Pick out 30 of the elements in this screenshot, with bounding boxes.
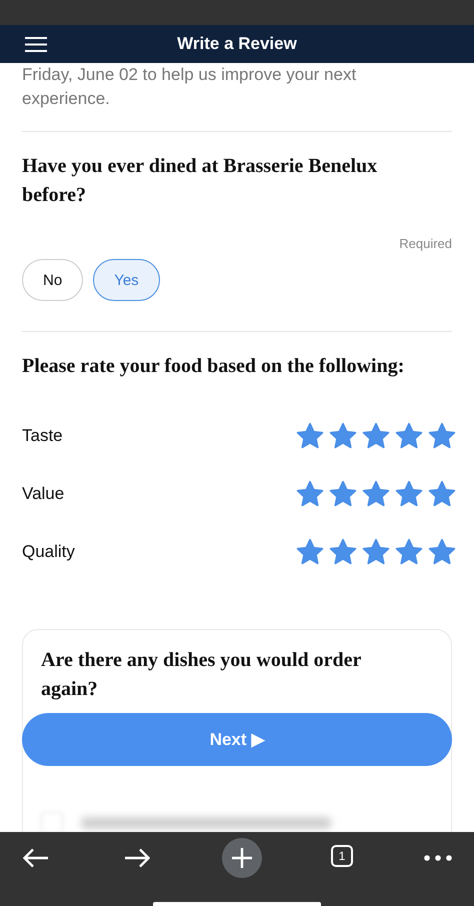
question-title: Have you ever dined at Brasserie Benelux before? xyxy=(22,154,378,208)
star-icon[interactable] xyxy=(395,422,423,450)
menu-icon[interactable] xyxy=(25,37,47,52)
star-icon[interactable] xyxy=(395,480,423,508)
star-icon[interactable] xyxy=(362,480,390,508)
new-tab-button[interactable] xyxy=(222,838,262,878)
plus-icon xyxy=(232,848,252,868)
star-icon[interactable] xyxy=(428,422,456,450)
star-icon[interactable] xyxy=(296,538,324,566)
star-icon[interactable] xyxy=(362,538,390,566)
rating-label: Quality xyxy=(22,542,75,562)
answer-option[interactable]: No xyxy=(22,259,84,301)
star-icon[interactable] xyxy=(296,422,324,450)
rating-label: Value xyxy=(22,484,64,504)
answer-option[interactable]: Yes xyxy=(93,259,160,301)
star-icon[interactable] xyxy=(428,480,456,508)
question-title: Are there any dishes you would order again? xyxy=(41,648,362,702)
star-icon[interactable] xyxy=(329,538,357,566)
rating-label: Taste xyxy=(22,426,63,446)
star-icon[interactable] xyxy=(395,538,423,566)
star-icon[interactable] xyxy=(329,422,357,450)
star-icon[interactable] xyxy=(296,480,324,508)
star-icon[interactable] xyxy=(329,480,357,508)
intro-text: Friday, June 02 to help us improve your next experience. xyxy=(22,64,358,110)
star-icon[interactable] xyxy=(428,538,456,566)
star-icon[interactable] xyxy=(362,422,390,450)
required-label: Required xyxy=(398,236,452,251)
page-title: Write a Review xyxy=(177,34,297,54)
tab-count-button[interactable]: 1 xyxy=(331,845,353,867)
rating-title: Please rate your food based on the following: xyxy=(22,354,406,379)
